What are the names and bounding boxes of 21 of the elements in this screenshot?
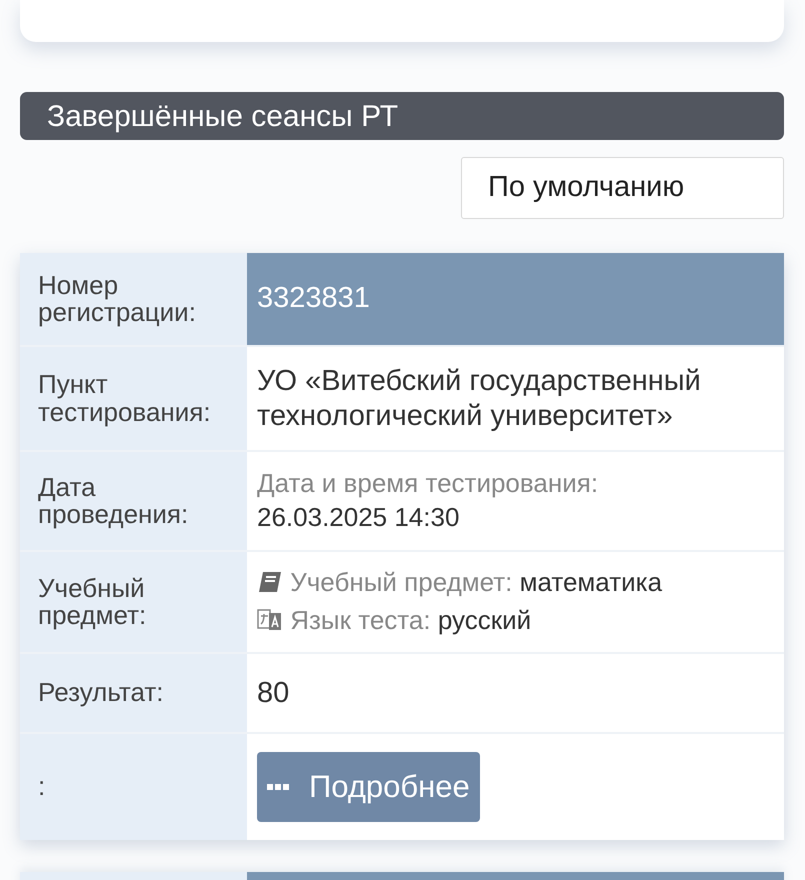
row-label: Результат:	[20, 654, 247, 732]
translate-icon	[257, 608, 283, 632]
row-label: Номер регистрации:	[20, 253, 247, 345]
section-title: Завершённые сеансы РТ	[20, 92, 784, 140]
field-value: 26.03.2025 14:30	[257, 502, 460, 532]
field-caption: Дата и время тестирования:	[257, 468, 598, 498]
details-button[interactable]: Подробнее	[257, 752, 480, 822]
ellipsis-icon	[267, 783, 289, 791]
field-value: математика	[520, 567, 662, 598]
row-value: 80	[257, 676, 290, 710]
field-value: русский	[438, 605, 532, 635]
field-caption: Учебный предмет:	[290, 567, 512, 598]
row-label: Учебный предмет:	[20, 552, 247, 652]
registration-number: 3323831	[257, 281, 370, 316]
row-label: Дата проведения:	[20, 452, 247, 550]
book-icon	[257, 570, 283, 594]
row-label: Пункт тестирования:	[20, 347, 247, 450]
row-value: УО «Витебский государственный технологический университет»	[257, 364, 702, 434]
row-label: :	[20, 734, 247, 840]
sort-button[interactable]: По умолчанию	[461, 157, 784, 219]
field-caption: Язык теста:	[290, 605, 431, 635]
